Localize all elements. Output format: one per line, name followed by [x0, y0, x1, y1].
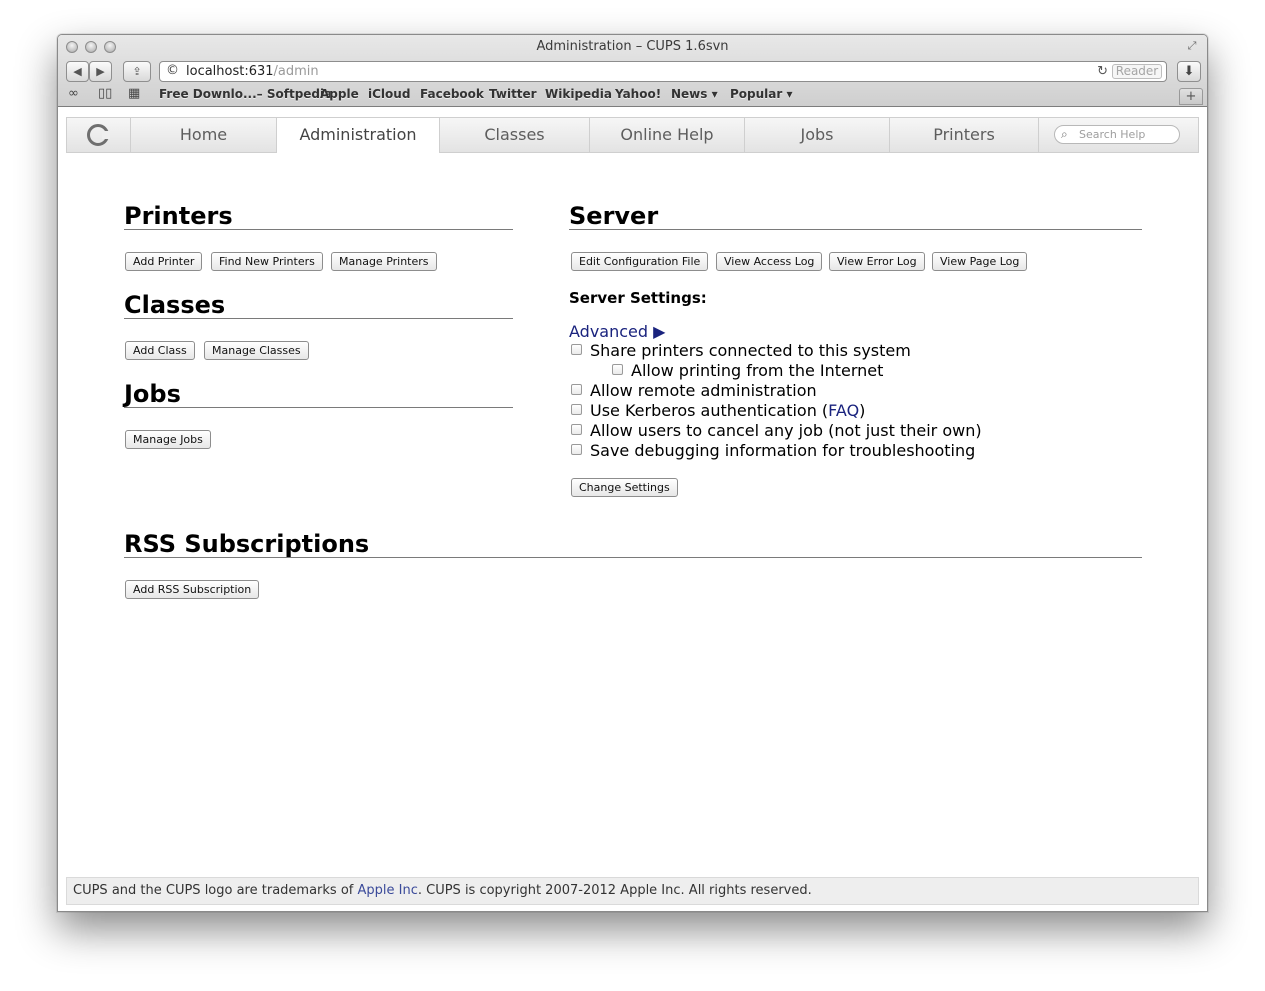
view-page-log-button[interactable]: View Page Log: [932, 252, 1028, 271]
manage-printers-button[interactable]: Manage Printers: [331, 252, 437, 271]
allow-internet-printing-label: Allow printing from the Internet: [631, 361, 884, 380]
tab-home[interactable]: Home: [131, 118, 277, 152]
forward-icon: ▶: [96, 65, 105, 78]
cups-logo[interactable]: [67, 118, 131, 152]
share-printers-checkbox[interactable]: [571, 344, 582, 355]
page-content: Home Administration Classes Online Help …: [58, 107, 1207, 911]
view-access-log-button[interactable]: View Access Log: [716, 252, 823, 271]
reload-icon[interactable]: ↻: [1097, 62, 1108, 81]
allow-internet-printing-checkbox[interactable]: [612, 364, 623, 375]
top-sites-grid-icon[interactable]: ▦: [128, 86, 140, 101]
allow-internet-printing-option: Allow printing from the Internet: [612, 361, 883, 380]
bookmark-yahoo[interactable]: Yahoo!: [615, 87, 661, 101]
manage-jobs-button[interactable]: Manage Jobs: [125, 430, 211, 449]
back-icon: ◀: [73, 65, 82, 78]
remote-admin-label: Allow remote administration: [590, 381, 817, 400]
fullscreen-icon[interactable]: ⤢: [1185, 39, 1199, 53]
page-footer: CUPS and the CUPS logo are trademarks of…: [66, 877, 1199, 905]
rss-subscriptions-heading: RSS Subscriptions: [124, 531, 1142, 558]
bookmark-twitter[interactable]: Twitter: [489, 87, 537, 101]
edit-configuration-file-button[interactable]: Edit Configuration File: [571, 252, 709, 271]
cups-logo-icon: [87, 124, 110, 146]
download-icon: ⬇: [1183, 64, 1195, 79]
cancel-any-job-checkbox[interactable]: [571, 424, 582, 435]
view-error-log-button[interactable]: View Error Log: [829, 252, 925, 271]
bookmark-icloud[interactable]: iCloud: [368, 87, 410, 101]
server-settings-label: Server Settings:: [569, 289, 707, 307]
bookmark-softpedia[interactable]: Free Downlo...– Softpedia: [159, 87, 332, 101]
tab-jobs[interactable]: Jobs: [745, 118, 890, 152]
search-icon: ⌕: [1061, 127, 1068, 141]
address-bar[interactable]: © localhost:631/admin ↻ Reader: [159, 61, 1167, 82]
reading-list-icon[interactable]: ∞: [68, 86, 79, 101]
debug-logging-checkbox[interactable]: [571, 444, 582, 455]
new-tab-button[interactable]: +: [1179, 88, 1203, 105]
bookmark-wikipedia[interactable]: Wikipedia: [545, 87, 612, 101]
manage-classes-button[interactable]: Manage Classes: [204, 341, 309, 360]
bookmark-facebook[interactable]: Facebook: [420, 87, 484, 101]
cancel-any-job-label: Allow users to cancel any job (not just …: [590, 421, 982, 440]
server-heading: Server: [569, 203, 1142, 230]
cups-favicon-icon: ©: [166, 63, 179, 78]
classes-heading: Classes: [124, 292, 513, 319]
add-class-button[interactable]: Add Class: [125, 341, 195, 360]
kerberos-label: Use Kerberos authentication (: [590, 401, 829, 420]
faq-link[interactable]: FAQ: [828, 401, 859, 420]
printers-heading: Printers: [124, 203, 513, 230]
share-printers-label: Share printers connected to this system: [590, 341, 911, 360]
kerberos-label-close: ): [859, 401, 866, 420]
apple-inc-link[interactable]: Apple Inc: [357, 883, 417, 898]
debug-logging-label: Save debugging information for troublesh…: [590, 441, 976, 460]
add-rss-subscription-button[interactable]: Add RSS Subscription: [125, 580, 260, 599]
bookmarks-book-icon[interactable]: ▯▯: [98, 86, 112, 101]
reader-button[interactable]: Reader: [1112, 64, 1162, 79]
jobs-heading: Jobs: [124, 381, 513, 408]
share-icon: ⇪: [132, 65, 142, 78]
tab-classes[interactable]: Classes: [440, 118, 590, 152]
share-printers-option: Share printers connected to this system: [571, 341, 911, 360]
bookmarks-bar: ∞ ▯▯ ▦ Free Downlo...– Softpedia Apple i…: [58, 85, 1207, 105]
downloads-button[interactable]: ⬇: [1177, 61, 1201, 82]
bookmark-apple[interactable]: Apple: [320, 87, 359, 101]
url-text[interactable]: localhost:631/admin: [186, 62, 319, 81]
find-new-printers-button[interactable]: Find New Printers: [211, 252, 323, 271]
back-button[interactable]: ◀: [66, 61, 89, 82]
footer-text-start: CUPS and the CUPS logo are trademarks of: [73, 883, 358, 898]
cups-nav-bar: Home Administration Classes Online Help …: [66, 117, 1199, 153]
cancel-any-job-option: Allow users to cancel any job (not just …: [571, 421, 982, 440]
url-host: localhost:631: [186, 64, 274, 79]
tab-online-help[interactable]: Online Help: [590, 118, 745, 152]
bookmark-popular-menu[interactable]: Popular ▾: [730, 87, 793, 101]
debug-logging-option: Save debugging information for troublesh…: [571, 441, 975, 460]
tab-administration[interactable]: Administration: [277, 118, 440, 153]
footer-text-end: . CUPS is copyright 2007-2012 Apple Inc.…: [417, 883, 812, 898]
forward-button[interactable]: ▶: [89, 61, 112, 82]
search-help-input[interactable]: ⌕ Search Help: [1054, 125, 1180, 144]
bookmark-news-menu[interactable]: News ▾: [671, 87, 718, 101]
search-placeholder: Search Help: [1079, 128, 1146, 141]
remote-admin-checkbox[interactable]: [571, 384, 582, 395]
share-button[interactable]: ⇪: [123, 61, 151, 82]
kerberos-checkbox[interactable]: [571, 404, 582, 415]
advanced-toggle-link[interactable]: Advanced ▶: [569, 322, 665, 341]
change-settings-button[interactable]: Change Settings: [571, 478, 678, 497]
browser-window: Administration – CUPS 1.6svn ⤢ ◀ ▶ ⇪ © l…: [57, 34, 1208, 912]
add-printer-button[interactable]: Add Printer: [125, 252, 203, 271]
tab-printers[interactable]: Printers: [890, 118, 1039, 152]
kerberos-option: Use Kerberos authentication (FAQ): [571, 401, 865, 420]
browser-chrome: Administration – CUPS 1.6svn ⤢ ◀ ▶ ⇪ © l…: [58, 35, 1207, 107]
window-title: Administration – CUPS 1.6svn: [536, 39, 729, 54]
remote-admin-option: Allow remote administration: [571, 381, 817, 400]
url-path: /admin: [273, 64, 319, 79]
